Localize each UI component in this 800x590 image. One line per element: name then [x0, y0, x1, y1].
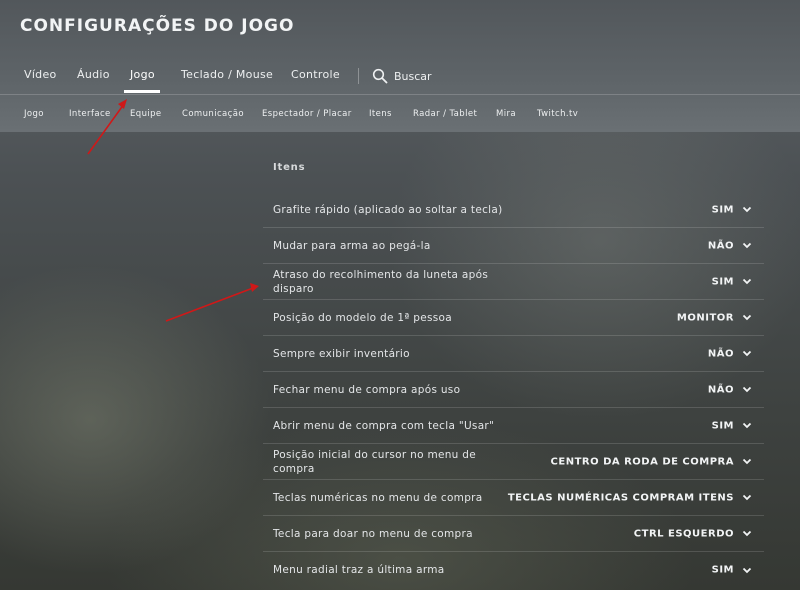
setting-row[interactable]: Abrir menu de compra com tecla "Usar" SI… — [263, 408, 764, 444]
search-label: Buscar — [394, 69, 432, 83]
setting-dropdown[interactable]: NÃO — [708, 384, 752, 395]
setting-label: Menu radial traz a última arma — [273, 564, 445, 576]
setting-row[interactable]: Atraso do recolhimento da luneta após di… — [263, 264, 764, 300]
setting-dropdown[interactable]: CTRL ESQUERDO — [634, 528, 752, 539]
setting-label: Grafite rápido (aplicado ao soltar a tec… — [273, 203, 503, 216]
setting-value: NÃO — [707, 348, 734, 359]
setting-dropdown[interactable]: SIM — [712, 204, 752, 215]
subtab-jogo[interactable]: Jogo — [24, 109, 44, 119]
tab-video[interactable]: Vídeo — [24, 68, 57, 81]
setting-label: Sempre exibir inventário — [273, 347, 410, 360]
setting-value: MONITOR — [676, 312, 734, 323]
chevron-down-icon — [742, 314, 752, 321]
setting-row[interactable]: Sempre exibir inventário NÃO — [263, 336, 764, 372]
setting-row[interactable]: Teclas numéricas no menu de compra TECLA… — [263, 480, 764, 516]
setting-label: Fechar menu de compra após uso — [273, 383, 461, 396]
setting-label: Abrir menu de compra com tecla "Usar" — [273, 419, 495, 432]
chevron-down-icon — [742, 386, 752, 393]
chevron-down-icon — [742, 350, 752, 357]
tab-divider — [358, 68, 359, 84]
subtab-mira[interactable]: Mira — [496, 109, 516, 119]
subtab-radar-tablet[interactable]: Radar / Tablet — [413, 109, 477, 119]
setting-dropdown[interactable]: NÃO — [708, 348, 752, 359]
chevron-down-icon — [742, 206, 752, 213]
chevron-down-icon — [742, 494, 752, 501]
setting-value: SIM — [711, 564, 734, 576]
setting-label: Posição do modelo de 1ª pessoa — [273, 311, 452, 324]
setting-label: Atraso do recolhimento da luneta após di… — [273, 268, 489, 295]
setting-label: Teclas numéricas no menu de compra — [273, 491, 483, 504]
setting-dropdown[interactable]: SIM — [712, 276, 752, 287]
chevron-down-icon — [742, 242, 752, 249]
search-button[interactable]: Buscar — [372, 66, 432, 86]
setting-dropdown[interactable]: NÃO — [708, 240, 752, 251]
tab-controle[interactable]: Controle — [291, 68, 340, 81]
subtab-twitch[interactable]: Twitch.tv — [537, 109, 578, 119]
tab-teclado-mouse[interactable]: Teclado / Mouse — [181, 68, 273, 81]
settings-list: Grafite rápido (aplicado ao soltar a tec… — [263, 192, 764, 588]
setting-value: TECLAS NUMÉRICAS COMPRAM ITENS — [507, 492, 734, 503]
setting-label: Tecla para doar no menu de compra — [273, 527, 473, 540]
setting-value: SIM — [711, 204, 734, 215]
setting-label: Mudar para arma ao pegá-la — [273, 239, 431, 252]
tab-audio[interactable]: Áudio — [77, 68, 110, 81]
subtab-comunicacao[interactable]: Comunicação — [182, 109, 244, 119]
setting-row[interactable]: Posição do modelo de 1ª pessoa MONITOR — [263, 300, 764, 336]
page-title: CONFIGURAÇÕES DO JOGO — [20, 16, 295, 36]
setting-dropdown[interactable]: SIM — [712, 565, 752, 576]
chevron-down-icon — [742, 530, 752, 537]
setting-value: SIM — [711, 420, 734, 431]
setting-row[interactable]: Grafite rápido (aplicado ao soltar a tec… — [263, 192, 764, 228]
setting-dropdown[interactable]: TECLAS NUMÉRICAS COMPRAM ITENS — [508, 492, 752, 503]
setting-value: NÃO — [707, 384, 734, 395]
annotation-arrow-icon — [165, 283, 259, 322]
main-tabs: Vídeo Áudio Jogo Teclado / Mouse Control… — [0, 58, 800, 95]
setting-dropdown[interactable]: CENTRO DA RODA DE COMPRA — [551, 456, 752, 467]
subtab-equipe[interactable]: Equipe — [130, 109, 162, 119]
setting-value: CTRL ESQUERDO — [633, 528, 734, 539]
tab-jogo[interactable]: Jogo — [130, 68, 155, 81]
search-icon — [372, 68, 388, 84]
setting-value: SIM — [711, 276, 734, 287]
sub-tabs: Jogo Interface Equipe Comunicação Espect… — [0, 96, 800, 132]
subtab-interface[interactable]: Interface — [69, 109, 111, 119]
setting-dropdown[interactable]: SIM — [712, 420, 752, 431]
subtab-itens[interactable]: Itens — [369, 109, 392, 119]
chevron-down-icon — [742, 422, 752, 429]
subtab-espectador-placar[interactable]: Espectador / Placar — [262, 109, 352, 119]
setting-row[interactable]: Tecla para doar no menu de compra CTRL E… — [263, 516, 764, 552]
setting-row[interactable]: Fechar menu de compra após uso NÃO — [263, 372, 764, 408]
setting-value: CENTRO DA RODA DE COMPRA — [550, 456, 734, 467]
chevron-down-icon — [742, 567, 752, 573]
setting-row[interactable]: Mudar para arma ao pegá-la NÃO — [263, 228, 764, 264]
chevron-down-icon — [742, 278, 752, 285]
active-tab-indicator — [124, 90, 160, 93]
top-header: CONFIGURAÇÕES DO JOGO Vídeo Áudio Jogo T… — [0, 0, 800, 132]
setting-value: NÃO — [707, 240, 734, 251]
chevron-down-icon — [742, 458, 752, 465]
setting-label: Posição inicial do cursor no menu de com… — [273, 448, 477, 475]
setting-row[interactable]: Menu radial traz a última arma SIM — [263, 552, 764, 588]
section-title: Itens — [273, 162, 306, 173]
setting-dropdown[interactable]: MONITOR — [677, 312, 752, 323]
setting-row[interactable]: Posição inicial do cursor no menu de com… — [263, 444, 764, 480]
